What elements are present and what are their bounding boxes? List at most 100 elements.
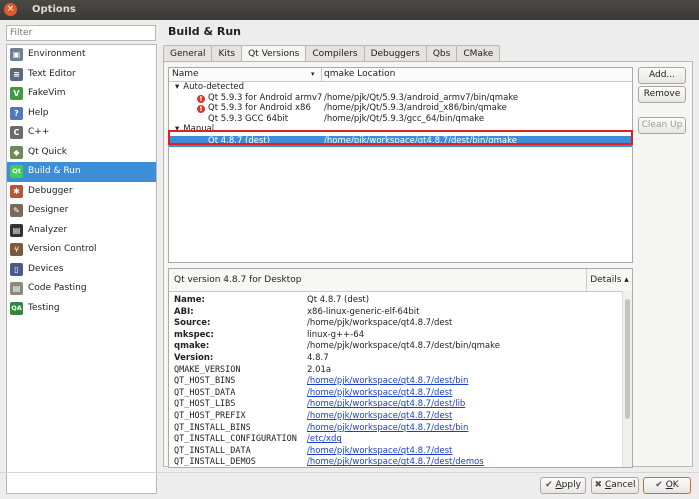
detail-row: QT_HOST_PREFIX/home/pjk/workspace/qt4.8.… bbox=[174, 411, 624, 422]
expand-arrow-icon[interactable]: ▾ bbox=[175, 82, 179, 92]
detail-row: QT_INSTALL_DATA/home/pjk/workspace/qt4.8… bbox=[174, 446, 624, 457]
details-panel: Qt version 4.8.7 for Desktop Details ▴ N… bbox=[168, 268, 633, 468]
version-control-icon: ⑂ bbox=[10, 243, 23, 256]
detail-key: QT_HOST_PREFIX bbox=[174, 411, 246, 421]
detail-value: Qt 4.8.7 (dest) bbox=[307, 295, 370, 305]
qt-versions-tree[interactable]: Name ▾ qmake Location ▾ Auto-detected! Qt … bbox=[168, 67, 633, 263]
detail-link[interactable]: /home/pjk/workspace/qt4.8.7/dest bbox=[307, 446, 452, 457]
cancel-button[interactable]: ✖ Cancel bbox=[591, 477, 639, 494]
testing-icon: QA bbox=[10, 301, 23, 315]
code-pasting-icon: ▤ bbox=[10, 282, 23, 295]
detail-link[interactable]: /home/pjk/workspace/qt4.8.7/dest bbox=[307, 388, 452, 399]
qmake-location: /home/pjk/Qt/5.9.3/android_armv7/bin/qma… bbox=[324, 92, 519, 103]
sidebar-item-fakevim[interactable]: V FakeVim bbox=[7, 84, 156, 104]
tree-header: Name ▾ qmake Location bbox=[169, 68, 632, 82]
detail-key: QT_HOST_DATA bbox=[174, 387, 236, 398]
detail-key: Name: bbox=[174, 295, 205, 305]
detail-key: ABI: bbox=[174, 306, 194, 317]
detail-row: QT_INSTALL_CONFIGURATION/etc/xdg bbox=[174, 434, 624, 445]
close-icon: × bbox=[6, 4, 15, 14]
sidebar-item-code-pasting[interactable]: ▤ Code Pasting bbox=[7, 279, 156, 299]
sort-indicator-icon: ▾ bbox=[311, 70, 315, 78]
sidebar-item-testing[interactable]: QA Testing bbox=[7, 299, 156, 319]
tab-qbs[interactable]: Qbs bbox=[425, 45, 458, 62]
sidebar-item-qt-quick[interactable]: ◆ Qt Quick bbox=[7, 143, 156, 163]
tab-debuggers[interactable]: Debuggers bbox=[363, 45, 427, 62]
detail-row: mkspec: linux-g++-64 bbox=[174, 330, 624, 341]
sidebar-item-label: Debugger bbox=[28, 185, 73, 196]
qt-version-name: Qt 5.9.3 GCC 64bit bbox=[208, 113, 289, 124]
sidebar-item-label: Help bbox=[28, 107, 49, 118]
fakevim-icon: V bbox=[10, 87, 23, 100]
detail-row: QT_HOST_BINS/home/pjk/workspace/qt4.8.7/… bbox=[174, 376, 624, 387]
detail-row: Version: 4.8.7 bbox=[174, 353, 624, 364]
detail-row: Name: Qt 4.8.7 (dest) bbox=[174, 295, 624, 306]
sidebar-item-build-run[interactable]: Qt Build & Run bbox=[7, 162, 156, 182]
qt-version-row[interactable]: Qt 5.9.3 GCC 64bit/home/pjk/Qt/5.9.3/gcc… bbox=[169, 114, 632, 124]
detail-value: /home/pjk/workspace/qt4.8.7/dest/bin/qma… bbox=[307, 341, 500, 352]
apply-button[interactable]: ✔ Apply bbox=[540, 477, 586, 494]
detail-link[interactable]: /home/pjk/workspace/qt4.8.7/dest/bin bbox=[307, 423, 468, 434]
category-list: ▣ Environment ≡ Text Editor V FakeVim? Help C C+… bbox=[6, 44, 157, 494]
scrollbar-thumb[interactable] bbox=[625, 299, 630, 419]
column-header-location[interactable]: qmake Location bbox=[324, 69, 395, 79]
detail-key: mkspec: bbox=[174, 329, 214, 340]
qt-version-name: Auto-detected bbox=[183, 82, 245, 92]
window-title: Options bbox=[32, 4, 76, 15]
ok-check-icon: ✔ bbox=[655, 480, 663, 490]
close-window-button[interactable]: × bbox=[4, 3, 17, 16]
detail-key: Source: bbox=[174, 318, 211, 329]
options-window: × Options ▣ Environment ≡ Text Editor V FakeV… bbox=[0, 0, 699, 499]
detail-row: qmake: /home/pjk/workspace/qt4.8.7/dest/b… bbox=[174, 341, 624, 352]
analyzer-icon: ▤ bbox=[10, 223, 23, 237]
detail-row: QT_HOST_DATA/home/pjk/workspace/qt4.8.7/… bbox=[174, 388, 624, 399]
detail-link[interactable]: /home/pjk/workspace/qt4.8.7/dest/lib bbox=[307, 399, 465, 410]
sidebar-item-label: C++ bbox=[28, 127, 50, 137]
sidebar-item-environment[interactable]: ▣ Environment bbox=[7, 45, 156, 65]
ok-button[interactable]: ✔ OK bbox=[643, 477, 691, 494]
detail-link[interactable]: /home/pjk/workspace/qt4.8.7/dest/bin bbox=[307, 376, 468, 387]
tree-group-row[interactable]: ▾ Auto-detected bbox=[169, 82, 632, 92]
sidebar-item-help[interactable]: ? Help bbox=[7, 104, 156, 124]
sidebar-item-text-editor[interactable]: ≡ Text Editor bbox=[7, 65, 156, 85]
detail-key: QT_INSTALL_BINS bbox=[174, 422, 251, 433]
filter-input[interactable] bbox=[6, 25, 156, 41]
add-button[interactable]: Add... bbox=[638, 67, 686, 84]
tab-kits[interactable]: Kits bbox=[211, 45, 243, 62]
tab-compilers[interactable]: Compilers bbox=[305, 45, 365, 62]
details-toggle-button[interactable]: Details ▴ bbox=[586, 269, 632, 291]
sidebar-item-devices[interactable]: ▯ Devices bbox=[7, 260, 156, 280]
detail-value: linux-g++-64 bbox=[307, 329, 365, 340]
remove-button[interactable]: Remove bbox=[638, 86, 686, 103]
detail-key: QT_HOST_LIBS bbox=[174, 399, 236, 410]
clean-up-button[interactable]: Clean Up bbox=[638, 117, 686, 134]
sidebar-item-label: Designer bbox=[28, 205, 69, 215]
tab-cmake[interactable]: CMake bbox=[456, 45, 501, 62]
tab-general[interactable]: General bbox=[163, 45, 213, 62]
sidebar-item-label: Testing bbox=[28, 302, 60, 313]
sidebar-item-debugger[interactable]: ✱ Debugger bbox=[7, 182, 156, 202]
help-icon: ? bbox=[10, 106, 23, 120]
tab-bar: General Kits Qt Versions Compilers Debuggers… bbox=[163, 45, 501, 63]
detail-link[interactable]: /home/pjk/workspace/qt4.8.7/dest bbox=[307, 411, 452, 422]
detail-link[interactable]: /home/pjk/workspace/qt4.8.7/dest/demos bbox=[307, 457, 484, 467]
detail-value: 4.8.7 bbox=[307, 353, 329, 363]
sidebar-item-label: Version Control bbox=[28, 244, 97, 254]
detail-key: qmake: bbox=[174, 341, 210, 352]
cancel-x-icon: ✖ bbox=[594, 480, 603, 490]
detail-key: QT_INSTALL_CONFIGURATION bbox=[174, 434, 297, 445]
apply-check-icon: ✔ bbox=[545, 480, 553, 490]
title-bar: × Options bbox=[0, 0, 699, 20]
detail-link[interactable]: /etc/xdg bbox=[307, 434, 342, 445]
qt-version-row[interactable]: ! Qt 5.9.3 for Android armv7/home/pjk/Qt/… bbox=[169, 93, 632, 103]
sidebar-item-analyzer[interactable]: ▤ Analyzer bbox=[7, 221, 156, 241]
detail-key: Version: bbox=[174, 353, 214, 363]
qt-version-row[interactable]: ! Qt 5.9.3 for Android x86/home/pjk/Qt/5.… bbox=[169, 103, 632, 113]
detail-value: x86-linux-generic-elf-64bit bbox=[307, 306, 420, 317]
designer-icon: ✎ bbox=[10, 204, 23, 217]
sidebar-item-designer[interactable]: ✎ Designer bbox=[7, 201, 156, 221]
sidebar-item-c[interactable]: C C++ bbox=[7, 123, 156, 143]
qmake-location: /home/pjk/Qt/5.9.3/android_x86/bin/qmake bbox=[324, 103, 507, 113]
sidebar-item-version-control[interactable]: ⑂ Version Control bbox=[7, 240, 156, 260]
column-header-name[interactable]: Name bbox=[172, 69, 199, 79]
